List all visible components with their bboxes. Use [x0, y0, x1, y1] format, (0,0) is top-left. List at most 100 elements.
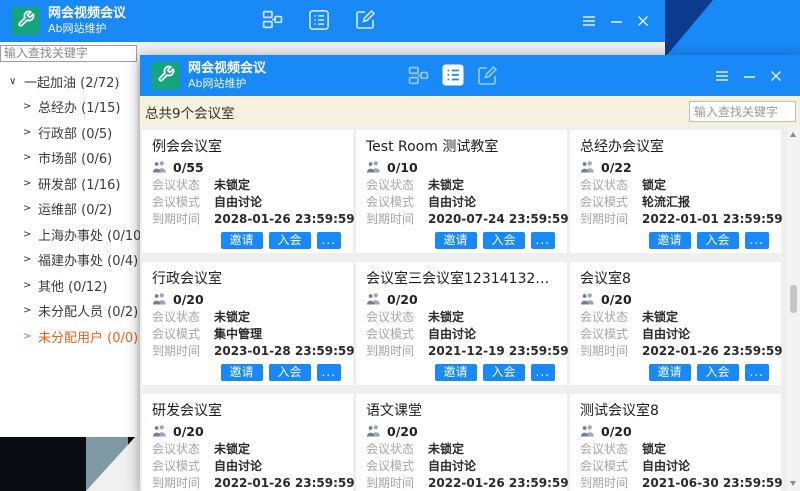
menu-button[interactable] [714, 68, 730, 84]
org-chart-icon[interactable] [262, 10, 283, 29]
app-logo [152, 62, 180, 90]
room-mode: 自由讨论 [642, 457, 690, 474]
tree-expand-icon[interactable]: > [23, 203, 38, 214]
more-button[interactable]: ... [317, 364, 341, 381]
app-logo [12, 7, 40, 35]
room-status: 未锁定 [642, 308, 678, 325]
mode-label: 会议模式 [366, 193, 428, 210]
background-titlebar: 网会视频会议 Ab网站维护 [0, 0, 665, 42]
tree-expand-icon[interactable]: > [23, 229, 38, 240]
app-subtitle: Ab网站维护 [188, 77, 266, 91]
room-name: 会议室8 [580, 269, 771, 289]
org-tree-item[interactable]: > 上海办事处 (0/10) [0, 222, 137, 248]
room-occupancy: 0/20 [387, 424, 418, 439]
status-label: 会议状态 [152, 308, 214, 325]
tree-expand-icon[interactable]: > [23, 101, 38, 112]
close-button[interactable] [635, 13, 651, 29]
tree-expand-icon[interactable]: > [23, 152, 38, 163]
org-tree-item[interactable]: > 未分配用户 (0/0) [0, 324, 137, 350]
minimize-button[interactable] [608, 13, 624, 29]
tree-expand-icon[interactable]: > [23, 254, 38, 265]
tree-item-label: 上海办事处 (0/10) [38, 225, 146, 244]
more-button[interactable]: ... [745, 232, 769, 249]
org-tree-item[interactable]: > 总经办 (1/15) [0, 94, 137, 120]
scrollbar-thumb[interactable] [790, 285, 797, 313]
tree-expand-icon[interactable]: > [23, 305, 38, 316]
room-count-bar: 总共9个会议室 [140, 96, 800, 127]
room-expire-time: 2028-01-26 23:59:59 [214, 212, 355, 226]
invite-button[interactable]: 邀请 [221, 232, 263, 249]
minimize-button[interactable] [741, 68, 757, 84]
join-button[interactable]: 入会 [269, 232, 311, 249]
participants-icon [366, 158, 381, 177]
more-button[interactable]: ... [531, 232, 555, 249]
room-search-input[interactable] [689, 101, 796, 122]
meeting-room-card: 语文课堂 0/20 会议状态 未锁定 会议模式 自由讨论 到期时间 2022-0… [356, 394, 567, 491]
mode-label: 会议模式 [152, 457, 214, 474]
room-list-icon-active[interactable] [442, 64, 464, 86]
more-button[interactable]: ... [317, 232, 341, 249]
participants-icon [580, 158, 595, 177]
participants-icon [366, 422, 381, 441]
tree-expand-icon[interactable]: > [23, 178, 38, 189]
wallpaper-navy-shape [665, 0, 800, 55]
room-occupancy: 0/20 [601, 424, 632, 439]
org-tree-item[interactable]: ∨ 一起加油 (2/72) [0, 69, 137, 95]
org-sidebar: ∨ 一起加油 (2/72) > 总经办 (1/15) > 行政部 (0/5) >… [0, 42, 137, 437]
org-tree-item[interactable]: > 运维部 (0/2) [0, 196, 137, 222]
status-label: 会议状态 [366, 440, 428, 457]
tree-expand-icon[interactable]: > [23, 280, 38, 291]
room-list-icon[interactable] [309, 10, 329, 30]
menu-button[interactable] [581, 13, 597, 29]
vertical-scrollbar[interactable] [787, 127, 800, 491]
meeting-room-card: 研发会议室 0/20 会议状态 未锁定 会议模式 自由讨论 到期时间 2022-… [142, 394, 353, 491]
mode-label: 会议模式 [580, 193, 642, 210]
expire-label: 到期时间 [366, 210, 428, 227]
join-button[interactable]: 入会 [697, 232, 739, 249]
invite-button[interactable]: 邀请 [435, 232, 477, 249]
tree-expand-icon[interactable]: ∨ [9, 76, 24, 87]
org-tree-item[interactable]: > 未分配人员 (0/2) [0, 298, 137, 324]
invite-button[interactable]: 邀请 [649, 364, 691, 381]
join-button[interactable]: 入会 [483, 232, 525, 249]
room-name: 语文课堂 [366, 401, 557, 421]
room-name: 测试会议室8 [580, 401, 771, 421]
org-tree-item[interactable]: > 市场部 (0/6) [0, 145, 137, 171]
scroll-down-icon[interactable] [790, 481, 796, 486]
edit-compose-icon[interactable] [355, 9, 376, 30]
room-name: Test Room 测试教室 [366, 137, 557, 157]
room-count-text: 总共9个会议室 [140, 102, 235, 122]
participants-icon [152, 158, 167, 177]
org-tree-item[interactable]: > 研发部 (1/16) [0, 171, 137, 197]
room-name: 例会会议室 [152, 137, 343, 157]
tree-expand-icon[interactable]: > [23, 127, 38, 138]
org-tree-item[interactable]: > 福建办事处 (0/4) [0, 247, 137, 273]
room-status: 未锁定 [214, 440, 250, 457]
room-expire-time: 2021-06-30 23:59:59 [642, 476, 783, 490]
expire-label: 到期时间 [366, 474, 428, 491]
org-tree-item[interactable]: > 行政部 (0/5) [0, 120, 137, 146]
join-button[interactable]: 入会 [483, 364, 525, 381]
invite-button[interactable]: 邀请 [435, 364, 477, 381]
status-label: 会议状态 [152, 176, 214, 193]
scroll-up-icon[interactable] [790, 132, 796, 137]
edit-compose-icon[interactable] [477, 65, 498, 86]
expire-label: 到期时间 [366, 342, 428, 359]
participants-icon [366, 290, 381, 309]
room-status: 未锁定 [428, 176, 464, 193]
more-button[interactable]: ... [745, 364, 769, 381]
invite-button[interactable]: 邀请 [649, 232, 691, 249]
invite-button[interactable]: 邀请 [221, 364, 263, 381]
org-chart-icon[interactable] [408, 66, 429, 85]
room-mode: 自由讨论 [214, 457, 262, 474]
more-button[interactable]: ... [531, 364, 555, 381]
close-button[interactable] [768, 68, 784, 84]
room-expire-time: 2022-01-26 23:59:59 [428, 476, 569, 490]
sidebar-search-input[interactable] [0, 45, 137, 62]
participants-icon [580, 290, 595, 309]
room-mode: 轮流汇报 [642, 193, 690, 210]
org-tree-item[interactable]: > 其他 (0/12) [0, 273, 137, 299]
join-button[interactable]: 入会 [697, 364, 739, 381]
tree-expand-icon[interactable]: > [23, 331, 38, 342]
join-button[interactable]: 入会 [269, 364, 311, 381]
